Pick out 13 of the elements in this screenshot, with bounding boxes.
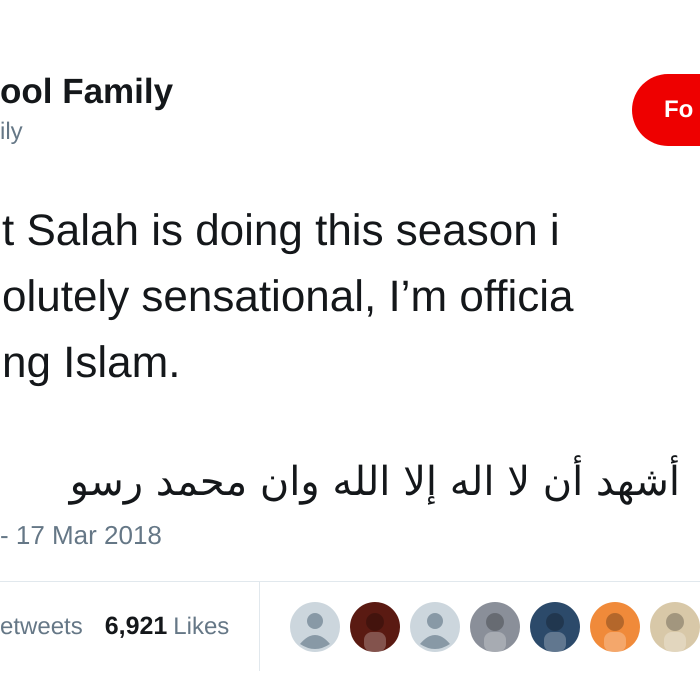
retweets-label: etweets (0, 612, 83, 642)
author-handle: ily (0, 117, 24, 147)
likes-count: 6,921 (104, 610, 168, 642)
tweet-arabic-text: أشهد أن لا اله إلا الله وان محمد رسو (70, 452, 680, 512)
tweet-text: olutely sensational, I’m officia (1, 271, 574, 323)
author-name: ool Family (0, 71, 174, 113)
likes-label: Likes (173, 612, 230, 642)
default-avatar-icon[interactable] (410, 602, 460, 652)
default-avatar-icon[interactable] (290, 602, 340, 652)
tweet-text: ng Islam. (1, 337, 182, 389)
tweet-text: t Salah is doing this season i (1, 205, 561, 257)
tweet-date: - 17 Mar 2018 (0, 520, 162, 550)
follow-button[interactable]: Fo (632, 74, 700, 146)
